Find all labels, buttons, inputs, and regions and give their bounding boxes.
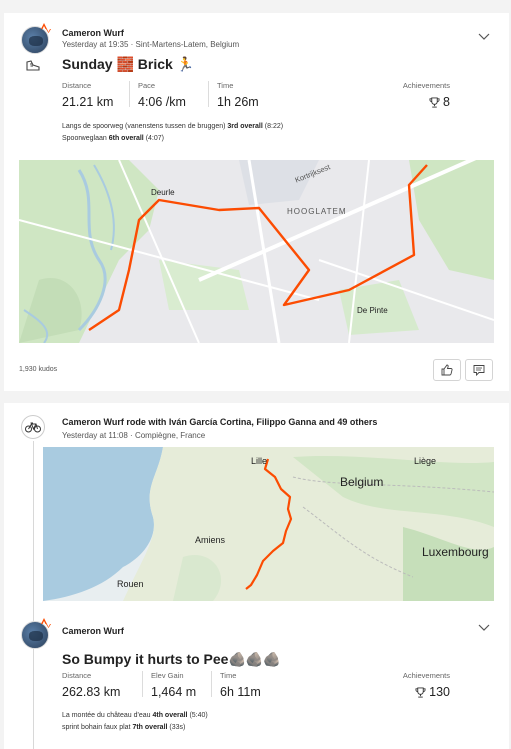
map-label: Rouen: [117, 579, 144, 589]
stat-value: 1h 26m: [217, 95, 259, 109]
stat-label: Elev Gain: [151, 671, 184, 680]
stat-label: Time: [217, 81, 234, 90]
stat-divider: [211, 671, 212, 697]
segment-time: (8:22): [264, 123, 284, 130]
stat-value: 6h 11m: [220, 685, 261, 699]
comment-icon: [473, 365, 485, 376]
map-label: Luxembourg: [422, 545, 489, 559]
athlete-name[interactable]: Cameron Wurf: [62, 626, 124, 636]
stat-value: 1,464 m: [151, 685, 197, 699]
stat-divider: [129, 81, 130, 107]
stat-value: 262.83 km: [62, 685, 121, 699]
trophy-icon: [429, 96, 440, 108]
stat-time: Time 1h 26m: [217, 81, 259, 109]
map-label: Deurle: [151, 188, 175, 197]
strava-badge-icon: [41, 23, 51, 33]
stat-achievements[interactable]: Achievements 8: [384, 81, 450, 113]
segment-name: Langs de spoorweg (vanenstens tussen de …: [62, 123, 226, 130]
run-shoe-icon: [26, 60, 40, 71]
activity-title[interactable]: So Bumpy it hurts to Pee🪨🪨🪨: [62, 651, 281, 668]
stat-label: Achievements: [402, 81, 450, 90]
segment-time: (4:07): [145, 135, 164, 142]
map-graphic: [43, 447, 494, 601]
strava-badge-icon: [41, 618, 51, 628]
stat-value: 21.21 km: [62, 95, 114, 109]
stat-elevation: Elev Gain 1,464 m: [151, 671, 196, 699]
activity-title[interactable]: Sunday 🧱 Brick 🏃: [62, 56, 194, 73]
group-route-map[interactable]: Lille Liège Belgium Amiens Luxembourg Ro…: [43, 447, 494, 601]
timeline-line: [33, 441, 34, 749]
segment-name: La montée du château d'eau: [62, 712, 151, 719]
map-label: Amiens: [195, 535, 226, 545]
stat-time: Time 6h 11m: [220, 671, 261, 699]
segment-row[interactable]: La montée du château d'eau 4th overall (…: [62, 712, 208, 719]
comment-button[interactable]: [465, 359, 493, 381]
segment-time: (33s): [169, 724, 186, 731]
give-kudos-button[interactable]: [433, 359, 461, 381]
thumbs-up-icon: [441, 364, 453, 376]
segment-name: sprint bohain faux plat: [62, 724, 131, 731]
kudos-count[interactable]: 1,930 kudos: [19, 366, 57, 373]
segment-time: (5:40): [189, 712, 208, 719]
activity-card: Cameron Wurf Yesterday at 19:35 · Sint-M…: [4, 13, 509, 391]
stat-pace: Pace 4:06 /km: [138, 81, 186, 109]
achievements-value: 130: [429, 685, 450, 699]
segment-row[interactable]: sprint bohain faux plat 7th overall (33s…: [62, 724, 185, 731]
segment-name: Spoorweglaan: [62, 135, 107, 142]
segment-rank: 6th overall: [108, 135, 144, 142]
map-label: Belgium: [340, 475, 384, 489]
map-label: De Pinte: [357, 306, 388, 315]
bike-icon-circle: [21, 415, 45, 439]
stat-distance: Distance 21.21 km: [62, 81, 113, 109]
map-label: HOOGLATEM: [287, 207, 347, 216]
stat-label: Time: [220, 671, 237, 680]
achievements-count: 130: [415, 685, 450, 699]
group-activity-card: Cameron Wurf rode with Iván García Corti…: [4, 403, 509, 749]
stat-label: Achievements: [402, 671, 450, 680]
achievements-count: 8: [429, 95, 450, 109]
stat-label: Distance: [62, 81, 92, 90]
map-label: Lille: [251, 456, 268, 466]
activity-meta: Yesterday at 19:35 · Sint-Martens-Latem,…: [62, 40, 240, 49]
bike-icon: [25, 422, 41, 433]
trophy-icon: [415, 686, 426, 698]
athlete-name[interactable]: Cameron Wurf: [62, 28, 124, 38]
stat-divider: [142, 671, 143, 697]
activity-meta: Yesterday at 11:08 · Compiègne, France: [62, 431, 206, 440]
segment-rank: 4th overall: [152, 712, 188, 719]
stat-distance: Distance 262.83 km: [62, 671, 120, 699]
route-map[interactable]: Deurle HOOGLATEM De Pinte Kortrijksest: [19, 160, 494, 343]
segment-rank: 7th overall: [132, 724, 168, 731]
stat-divider: [208, 81, 209, 107]
stat-achievements[interactable]: Achievements 130: [384, 671, 450, 703]
stat-label: Distance: [62, 671, 92, 680]
group-header[interactable]: Cameron Wurf rode with Iván García Corti…: [62, 417, 377, 427]
chevron-down-icon[interactable]: [478, 624, 490, 632]
chevron-down-icon[interactable]: [478, 33, 490, 41]
segment-row[interactable]: Spoorweglaan 6th overall (4:07): [62, 135, 164, 142]
map-label: Liège: [414, 456, 437, 466]
segment-row[interactable]: Langs de spoorweg (vanenstens tussen de …: [62, 123, 283, 130]
achievements-value: 8: [443, 95, 450, 109]
stat-label: Pace: [138, 81, 156, 90]
stat-value: 4:06 /km: [138, 95, 186, 109]
segment-rank: 3rd overall: [227, 123, 263, 130]
map-graphic: [19, 160, 494, 343]
